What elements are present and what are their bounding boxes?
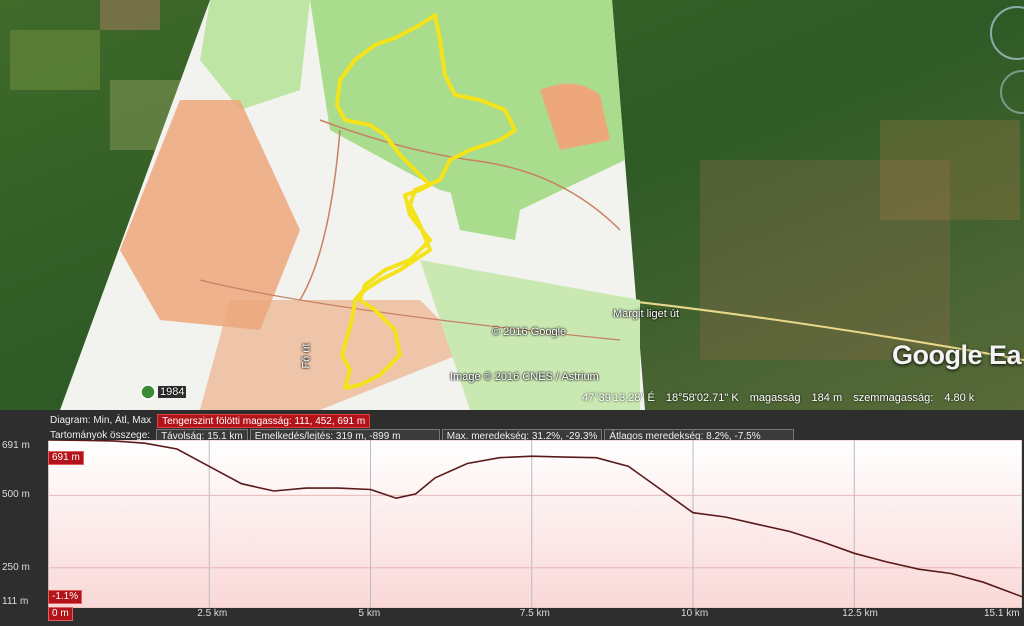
x-tick-label: 15.1 km	[984, 608, 1020, 619]
elevation-chart[interactable]	[48, 440, 1022, 608]
y-tick-label: 111 m	[2, 596, 29, 607]
chart-background	[48, 440, 1022, 608]
satellite-field	[10, 30, 100, 90]
status-lat: 47°39'13.28" É	[582, 392, 655, 404]
road-label-vertical: Fő út	[300, 343, 313, 369]
diagram-label[interactable]: Diagram: Min, Átl, Max	[46, 414, 155, 428]
map-viewport[interactable]: © 2016 Google Image © 2016 CNES / Astriu…	[0, 0, 1024, 410]
y-tick-label: 691 m	[2, 440, 30, 451]
map-canvas[interactable]	[0, 0, 1024, 410]
x-tick-label: 2.5 km	[197, 608, 228, 619]
status-lon: 18°58'02.71" K	[665, 392, 739, 404]
clock-icon[interactable]	[140, 384, 156, 400]
google-earth-logo: Google Ea	[892, 340, 1022, 370]
max-elevation-tag: 691 m	[48, 451, 84, 465]
start-distance-tag: 0 m	[48, 607, 73, 621]
status-eye-value: 4.80 k	[944, 392, 975, 404]
status-elev-label: magasság	[749, 392, 801, 404]
scale-label: 1984	[158, 386, 187, 398]
satellite-town	[880, 120, 1020, 220]
status-elev-value: 184 m	[811, 392, 843, 404]
x-tick-label: 12.5 km	[842, 608, 878, 619]
altitude-label[interactable]: Tengerszint fölötti magasság: 111, 452, …	[157, 414, 371, 428]
x-tick-label: 5 km	[358, 608, 381, 619]
y-tick-label: 500 m	[2, 489, 30, 501]
status-eye-label: szemmagasság:	[853, 392, 934, 404]
google-copyright: © 2016 Google	[492, 326, 567, 338]
y-tick-label: 250 m	[2, 561, 30, 573]
x-tick-label: 7.5 km	[519, 608, 550, 619]
slope-tag: -1.1%	[48, 590, 83, 604]
x-tick-label: 10 km	[681, 608, 709, 619]
map-status-bar: 47°39'13.28" É 18°58'02.71" K magasság 1…	[582, 392, 982, 404]
elevation-header-row: Diagram: Min, Átl, Max Tengerszint fölöt…	[46, 414, 372, 428]
satellite-field	[100, 0, 160, 30]
road-label: Margit liget út	[613, 308, 680, 320]
image-copyright: Image © 2016 CNES / Astrium	[450, 371, 599, 383]
